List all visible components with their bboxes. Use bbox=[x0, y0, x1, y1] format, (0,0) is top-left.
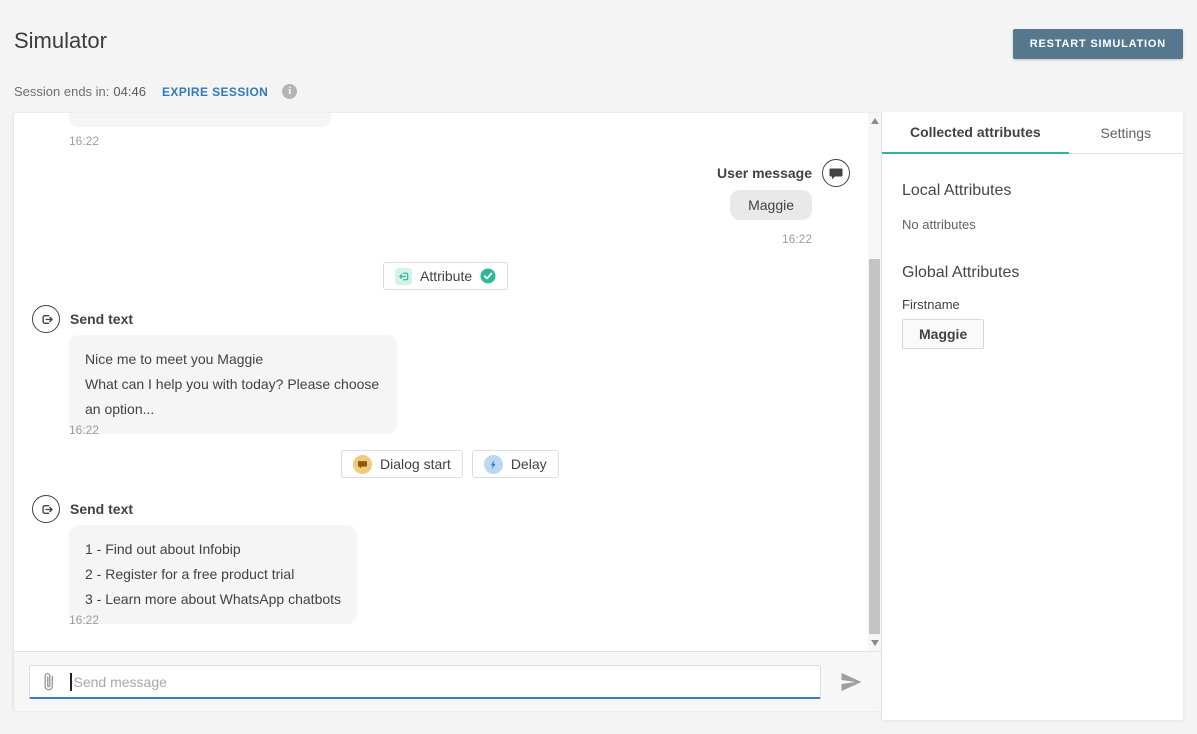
message-composer bbox=[14, 651, 881, 711]
send-text-label: Send text bbox=[70, 311, 134, 327]
flow-chips-row: Dialog start Delay bbox=[341, 450, 559, 478]
attribute-name-label: Firstname bbox=[902, 297, 960, 312]
bot-message-header: Send text bbox=[32, 305, 133, 333]
message-timestamp: 16:22 bbox=[781, 232, 812, 246]
local-attributes-heading: Local Attributes bbox=[902, 182, 1012, 199]
send-text-label: Send text bbox=[70, 501, 134, 517]
panel-tabs: Collected attributes Settings bbox=[882, 112, 1183, 154]
attribute-chip[interactable]: Attribute bbox=[383, 262, 509, 290]
dialog-start-chip-label: Dialog start bbox=[380, 456, 451, 472]
message-line: What can I help you with today? Please c… bbox=[85, 376, 380, 417]
bot-message-bubble: 1 - Find out about Infobip 2 - Register … bbox=[69, 525, 358, 624]
message-input-box[interactable] bbox=[29, 665, 821, 699]
scrollbar-thumb[interactable] bbox=[869, 259, 880, 634]
logout-arrow-icon bbox=[32, 495, 60, 523]
message-line: 3 - Learn more about WhatsApp chatbots bbox=[85, 591, 342, 607]
bot-message-bubble: Nice me to meet you Maggie What can I he… bbox=[69, 335, 397, 434]
session-countdown-value: 04:46 bbox=[113, 84, 146, 99]
import-arrow-icon bbox=[395, 267, 412, 285]
message-timestamp: 16:22 bbox=[69, 613, 100, 627]
session-info-row: Session ends in: 04:46 EXPIRE SESSION i bbox=[14, 84, 298, 99]
tab-collected-attributes[interactable]: Collected attributes bbox=[882, 112, 1069, 154]
message-line: 2 - Register for a free product trial bbox=[85, 566, 295, 582]
page-title: Simulator bbox=[14, 28, 107, 53]
collected-attributes-content: Local Attributes No attributes Global At… bbox=[882, 154, 1183, 718]
global-attributes-heading: Global Attributes bbox=[902, 264, 1020, 281]
session-countdown-label: Session ends in: bbox=[14, 84, 110, 99]
paperclip-icon[interactable] bbox=[40, 670, 57, 694]
message-timestamp: 16:22 bbox=[69, 423, 100, 437]
message-timestamp: 16:22 bbox=[69, 134, 100, 148]
scroll-down-arrow[interactable] bbox=[871, 640, 879, 646]
scroll-up-arrow[interactable] bbox=[871, 118, 879, 124]
chat-scrollbar[interactable] bbox=[868, 113, 881, 651]
attribute-value-box: Maggie bbox=[902, 319, 985, 349]
message-line: Nice me to meet you Maggie bbox=[85, 351, 264, 367]
check-circle-icon bbox=[480, 268, 496, 284]
lightning-bolt-icon bbox=[483, 454, 503, 474]
tab-settings[interactable]: Settings bbox=[1069, 112, 1183, 153]
paper-plane-icon[interactable] bbox=[839, 670, 864, 699]
logout-arrow-icon bbox=[32, 305, 60, 333]
user-message-bubble: Maggie bbox=[730, 190, 812, 220]
delay-chip-label: Delay bbox=[510, 456, 547, 472]
user-message-label: User message bbox=[717, 165, 812, 181]
partial-message-bubble bbox=[69, 113, 331, 127]
chat-simulation-panel: 16:22 User message Maggie 16:22 Attribut… bbox=[13, 112, 881, 711]
delay-chip[interactable]: Delay bbox=[471, 450, 559, 478]
text-cursor bbox=[70, 672, 72, 691]
chat-message-list: 16:22 User message Maggie 16:22 Attribut… bbox=[14, 113, 881, 651]
attribute-chip-label: Attribute bbox=[420, 268, 473, 284]
restart-simulation-button[interactable]: RESTART SIMULATION bbox=[1012, 29, 1183, 59]
send-message-input[interactable] bbox=[73, 673, 812, 690]
bot-message-header: Send text bbox=[32, 495, 133, 523]
message-line: 1 - Find out about Infobip bbox=[85, 541, 241, 557]
user-message-header: User message bbox=[717, 159, 850, 187]
chat-bubble-icon bbox=[822, 159, 850, 187]
info-circle-icon[interactable]: i bbox=[282, 84, 298, 99]
local-attributes-empty-text: No attributes bbox=[902, 217, 976, 232]
chat-bubble-icon bbox=[353, 454, 372, 474]
dialog-start-chip[interactable]: Dialog start bbox=[341, 450, 463, 478]
expire-session-button[interactable]: EXPIRE SESSION bbox=[162, 85, 268, 99]
attributes-side-panel: Collected attributes Settings Local Attr… bbox=[881, 112, 1183, 720]
